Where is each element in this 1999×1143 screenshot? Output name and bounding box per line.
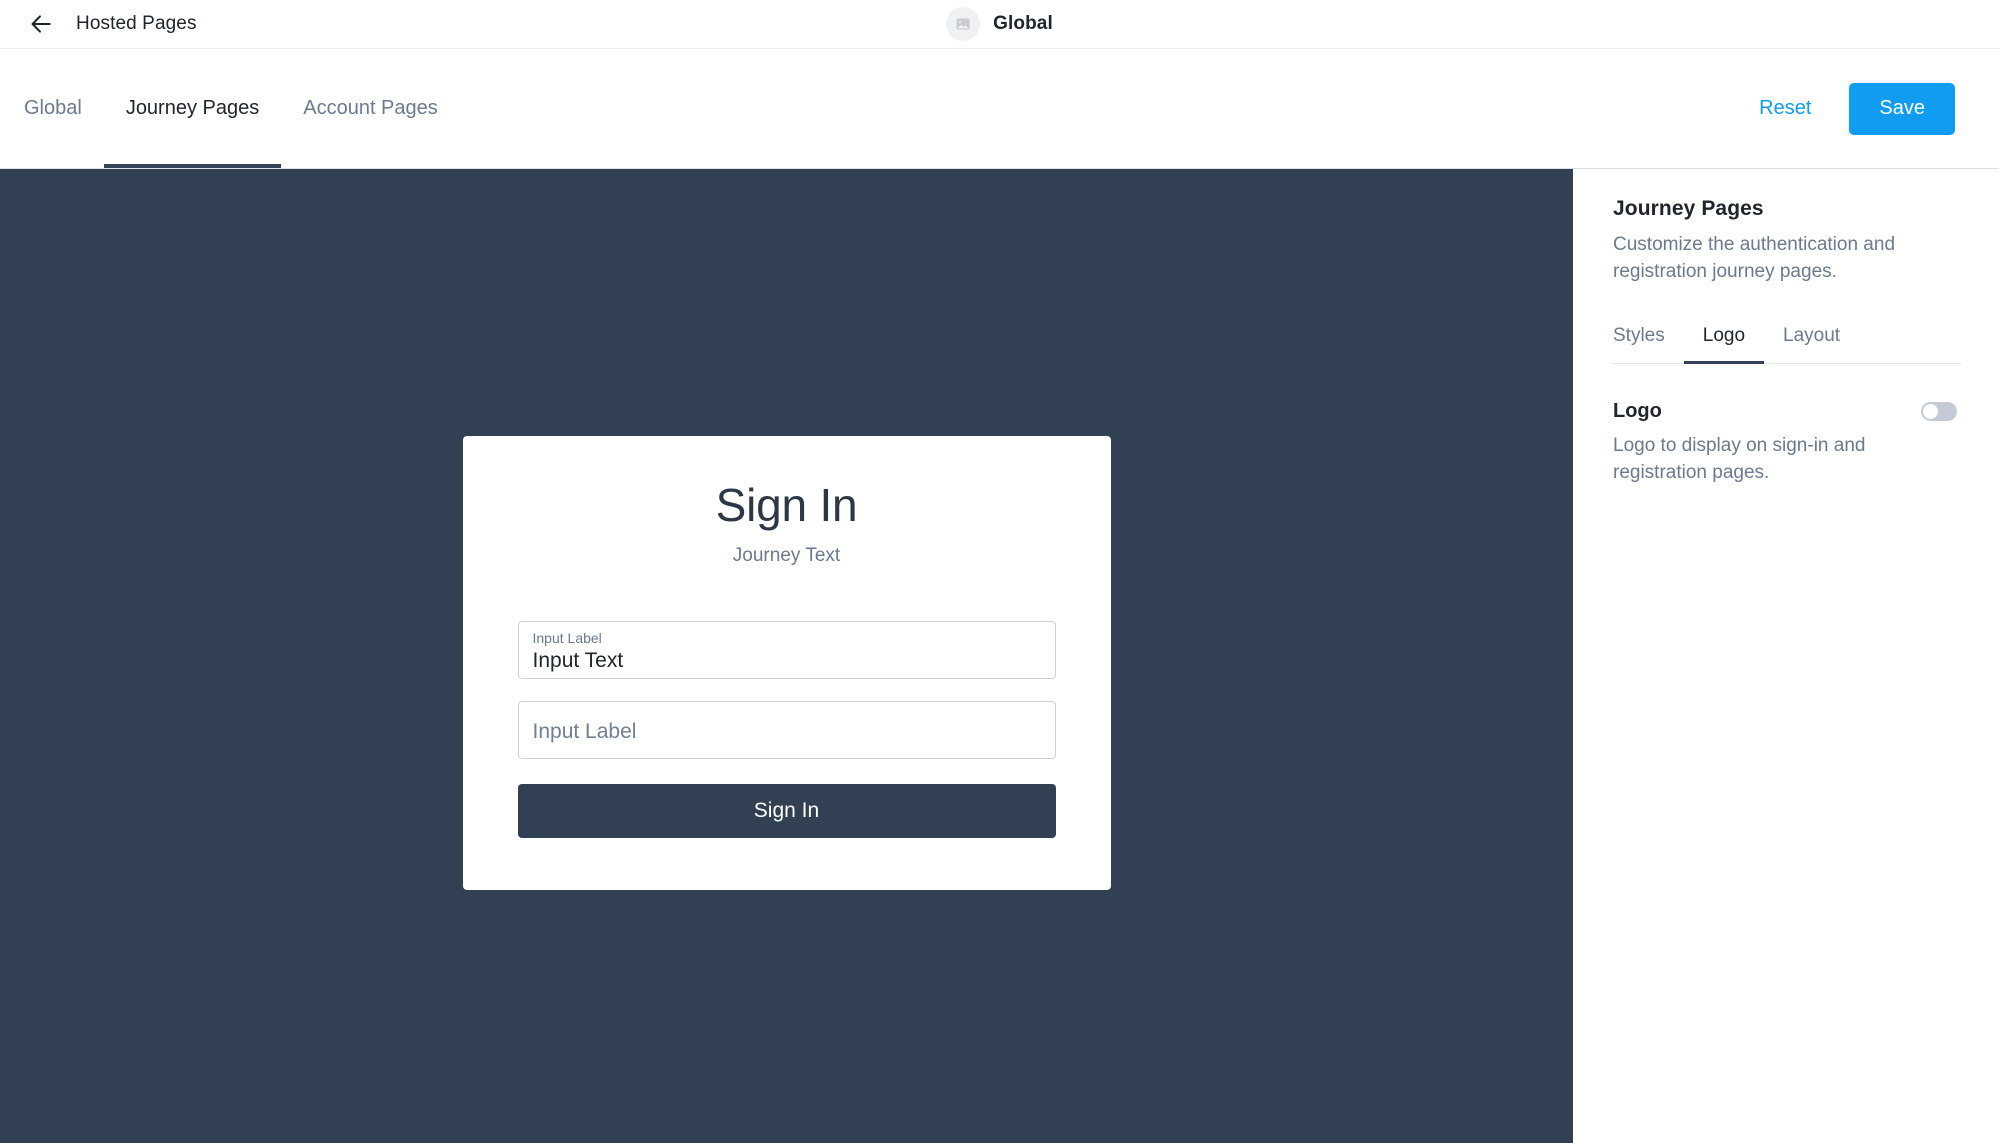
logo-toggle-knob <box>1923 403 1938 419</box>
tab-global-label: Global <box>24 97 82 119</box>
tab-journey-pages[interactable]: Journey Pages <box>103 49 282 168</box>
sidebar-description: Customize the authentication and registr… <box>1613 234 1896 282</box>
tab-global[interactable]: Global <box>24 49 104 168</box>
subtab-logo[interactable]: Logo <box>1683 310 1765 364</box>
topbar: Hosted Pages Global <box>0 0 1999 48</box>
tab-account-pages-label: Account Pages <box>303 97 438 119</box>
subtab-logo-label: Logo <box>1702 325 1746 347</box>
settings-sidebar: Journey Pages Customize the authenticati… <box>1573 169 1999 1143</box>
logo-toggle[interactable] <box>1921 401 1957 421</box>
setting-logo-description: Logo to display on sign-in and registrat… <box>1613 434 1866 483</box>
sidebar-subtabs: Styles Logo Layout <box>1613 310 1961 364</box>
input-field-empty[interactable]: Input Label <box>517 701 1056 760</box>
image-placeholder-icon <box>955 16 971 32</box>
sign-in-button[interactable]: Sign In <box>517 784 1056 839</box>
realm-indicator: Global <box>0 0 1999 48</box>
page-title: Hosted Pages <box>76 13 197 34</box>
input-field-label: Input Label <box>532 629 602 646</box>
sign-in-card: Sign In Journey Text Input Label Input T… <box>462 435 1111 891</box>
save-button[interactable]: Save <box>1849 82 1955 135</box>
tab-account-pages[interactable]: Account Pages <box>281 49 460 168</box>
sign-in-subtitle: Journey Text <box>732 545 841 567</box>
setting-logo-title: Logo <box>1613 399 1662 422</box>
setting-logo: Logo Logo to display on sign-in and regi… <box>1613 400 1961 487</box>
main-tabs: Global Journey Pages Account Pages <box>0 49 460 168</box>
sign-in-title: Sign In <box>715 478 858 531</box>
tabbar: Global Journey Pages Account Pages Reset… <box>0 48 1999 168</box>
input-field-filled[interactable]: Input Label Input Text <box>517 621 1056 680</box>
sidebar-title: Journey Pages <box>1613 197 1764 220</box>
realm-name: Global <box>993 13 1053 34</box>
body: Sign In Journey Text Input Label Input T… <box>0 168 1999 1143</box>
subtab-layout[interactable]: Layout <box>1764 310 1859 363</box>
journey-preview-canvas: Sign In Journey Text Input Label Input T… <box>0 169 1573 1143</box>
tab-journey-pages-label: Journey Pages <box>125 97 260 119</box>
input-field-placeholder: Input Label <box>532 719 637 743</box>
reset-button[interactable]: Reset <box>1755 89 1815 128</box>
hosted-pages-app: Hosted Pages Global Global Journey Pages… <box>0 0 1999 1143</box>
back-button[interactable] <box>24 7 58 41</box>
input-field-value: Input Text <box>532 648 624 672</box>
subtab-styles-label: Styles <box>1613 325 1665 347</box>
realm-avatar <box>946 7 981 41</box>
subtab-styles[interactable]: Styles <box>1613 310 1684 363</box>
tabbar-actions: Reset Save <box>1755 82 1975 135</box>
subtab-layout-label: Layout <box>1783 325 1841 347</box>
setting-logo-head: Logo <box>1613 400 1961 423</box>
arrow-left-icon <box>28 11 54 37</box>
